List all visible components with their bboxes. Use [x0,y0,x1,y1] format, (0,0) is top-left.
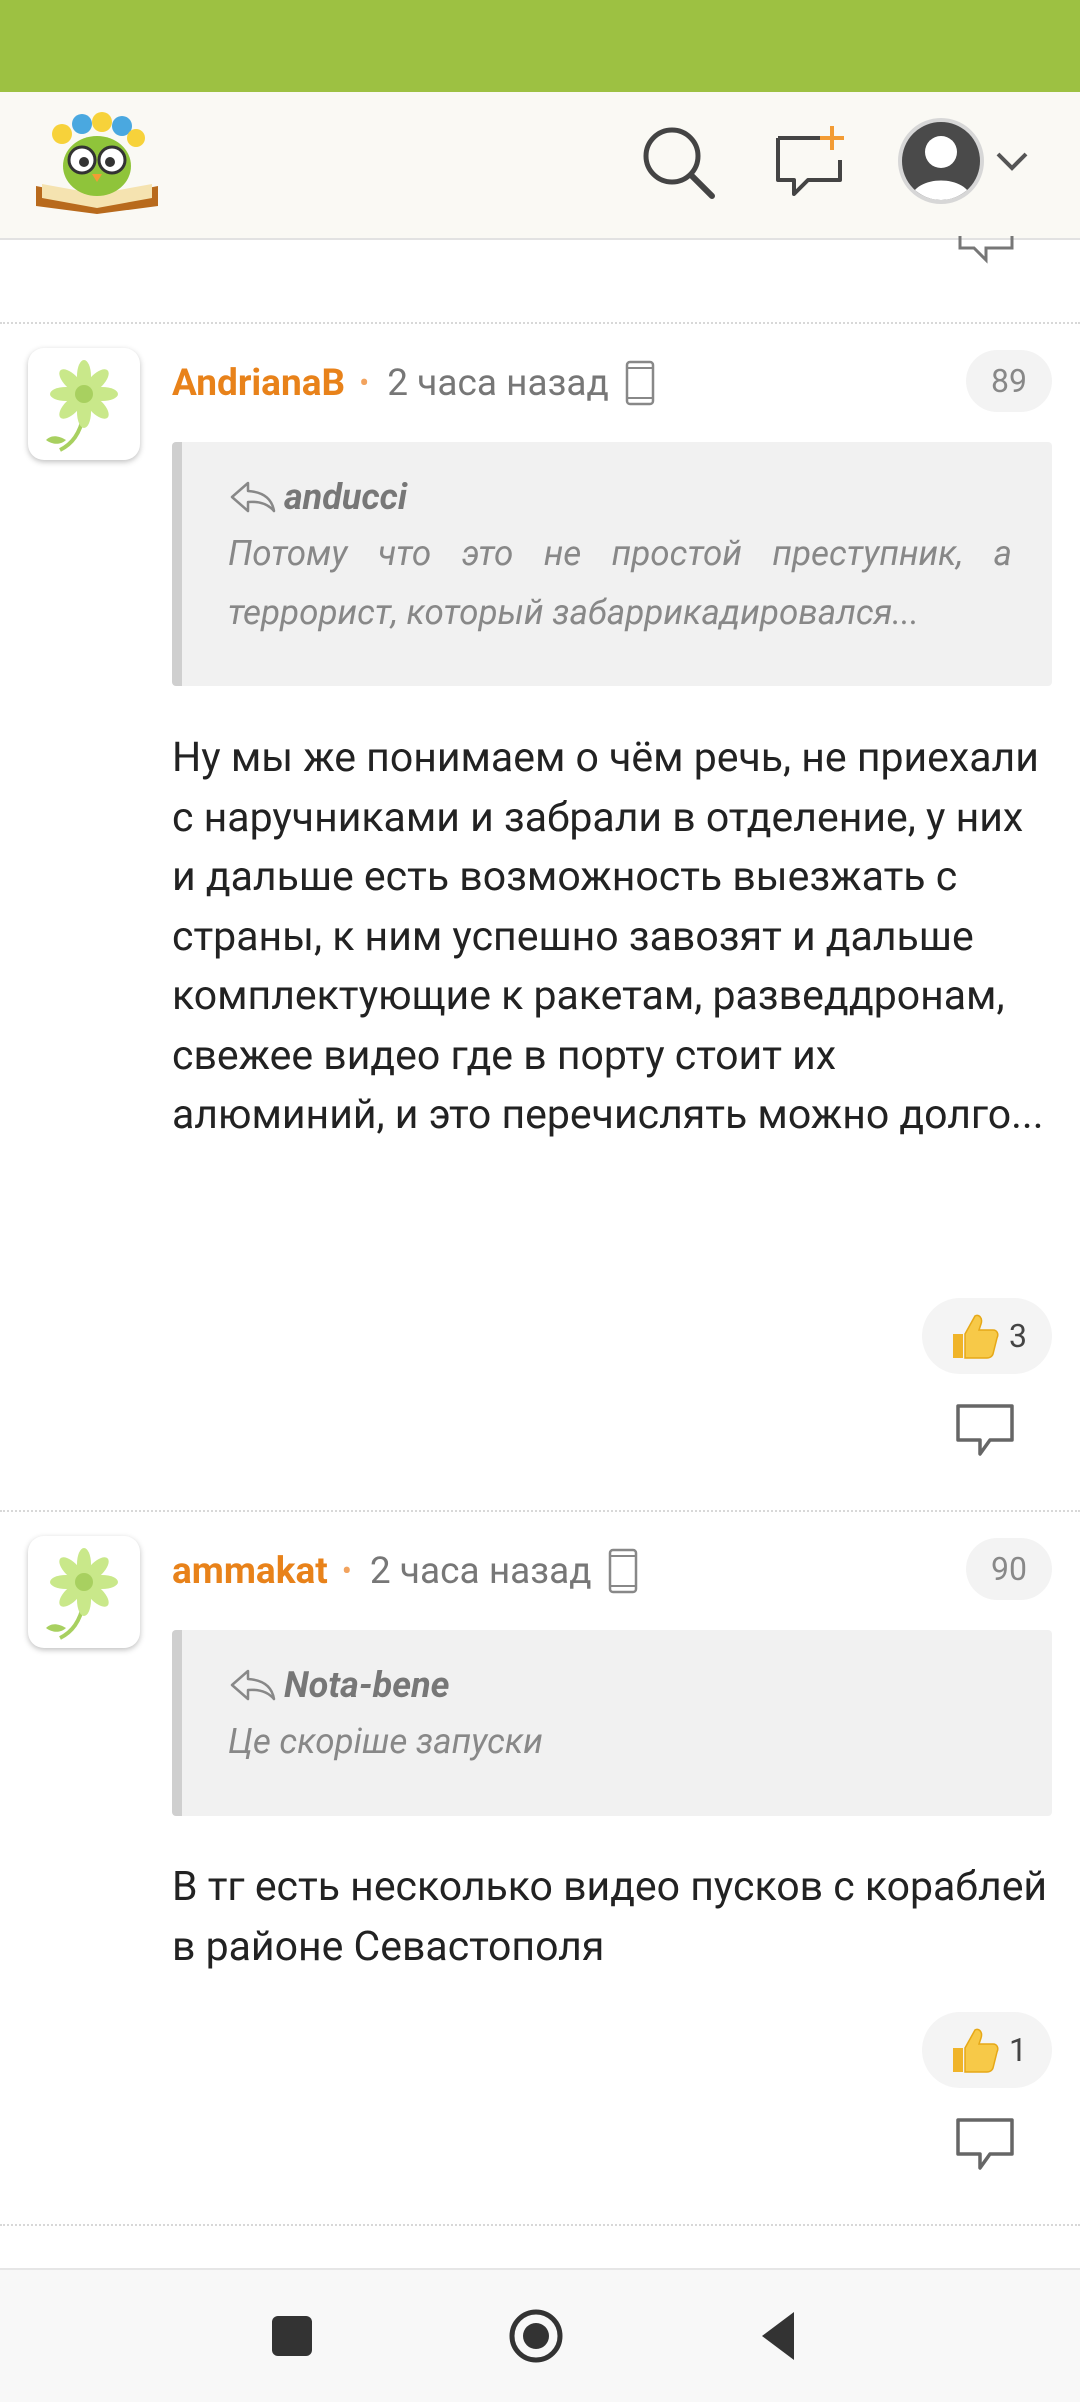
quote-author: anducci [284,476,408,518]
comment-divider [0,2224,1080,2226]
separator-dot: • [341,1553,352,1589]
reply-arrow-icon [230,1669,276,1701]
home-icon[interactable] [504,2304,568,2368]
comment-text: Ну мы же понимаем о чём речь, не приехал… [172,734,1044,1139]
mobile-device-icon [625,360,655,406]
quote-author-row: Nota-bene [228,1664,1012,1706]
quoted-comment[interactable]: Nota-bene Це скоріше запуски [172,1630,1052,1816]
flower-avatar-icon[interactable] [28,348,140,460]
search-icon[interactable] [638,122,718,202]
owl-book-logo-icon[interactable] [32,106,162,216]
comment-author[interactable]: ammakat [172,1550,328,1593]
system-navigation-bar [0,2268,1080,2402]
quote-author: Nota-bene [284,1664,450,1706]
reply-comment-icon[interactable] [954,2116,1016,2174]
like-button[interactable]: 1 [922,2012,1052,2088]
back-icon[interactable] [748,2304,812,2368]
like-count: 1 [1009,2031,1027,2069]
thumbs-up-icon [953,1314,999,1359]
new-message-icon[interactable] [770,122,850,202]
comment-meta: ammakat • 2 часа назад [172,1546,638,1596]
thumbs-up-icon [953,2028,999,2073]
comment-meta: AndrianaB • 2 часа назад [172,358,655,408]
quote-text: Це скоріше запуски [228,1721,543,1762]
quote-author-row: anducci [228,476,1012,518]
comment-time: 2 часа назад [387,361,609,405]
quote-text: Потому что это не простой преступник, а … [228,533,1012,633]
reply-comment-icon[interactable] [954,1402,1016,1460]
quoted-comment[interactable]: anducci Потому что это не простой престу… [172,442,1052,686]
comment-text: В тг есть несколько видео пусков с кораб… [172,1863,1048,1971]
like-button[interactable]: 3 [922,1298,1052,1374]
like-count: 3 [1009,1317,1027,1355]
comment-divider [0,322,1080,324]
status-bar [0,0,1080,92]
comment-divider [0,1510,1080,1512]
comment-number[interactable]: 90 [966,1538,1052,1600]
reply-arrow-icon [230,481,276,513]
reply-icon[interactable] [956,236,1016,272]
chevron-down-icon[interactable] [992,142,1032,182]
comment-author[interactable]: AndrianaB [172,362,345,405]
separator-dot: • [359,365,370,401]
flower-avatar-icon[interactable] [28,1536,140,1648]
avatar-icon[interactable] [898,118,984,204]
top-app-bar [0,92,1080,240]
mobile-device-icon [608,1548,637,1594]
comment-number[interactable]: 89 [966,350,1052,412]
recent-apps-icon[interactable] [260,2304,324,2368]
comment-time: 2 часа назад [369,1549,592,1593]
